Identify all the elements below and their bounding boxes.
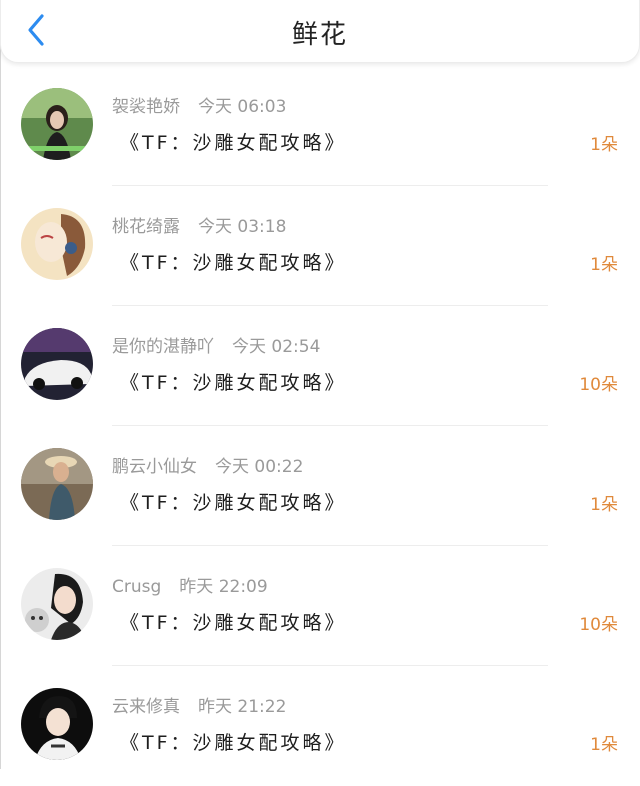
send-time: 昨天 21:22 bbox=[198, 697, 287, 717]
send-time: 今天 06:03 bbox=[198, 97, 287, 117]
sender-name: Crusg bbox=[112, 577, 162, 597]
avatar[interactable] bbox=[21, 88, 93, 160]
avatar[interactable] bbox=[21, 688, 93, 760]
list-item[interactable]: 桃花绮露 今天 03:18 《TF：沙雕女配攻略》 1朵 bbox=[0, 186, 640, 306]
avatar[interactable] bbox=[21, 568, 93, 640]
book-title: 《TF：沙雕女配攻略》 bbox=[120, 492, 347, 514]
flower-count: 1朵 bbox=[590, 495, 618, 515]
flower-count: 1朵 bbox=[590, 135, 618, 155]
flower-count: 1朵 bbox=[590, 735, 618, 755]
sender-meta: 桃花绮露 今天 03:18 bbox=[112, 212, 286, 237]
sender-meta: Crusg 昨天 22:09 bbox=[112, 572, 268, 597]
avatar[interactable] bbox=[21, 208, 93, 280]
sender-meta: 是你的湛静吖 今天 02:54 bbox=[112, 332, 320, 357]
sender-name: 桃花绮露 bbox=[112, 217, 180, 237]
send-time: 今天 03:18 bbox=[198, 217, 287, 237]
nav-header: 鲜花 bbox=[0, 0, 640, 63]
list-item[interactable]: 云来修真 昨天 21:22 《TF：沙雕女配攻略》 1朵 bbox=[0, 666, 640, 786]
book-title: 《TF：沙雕女配攻略》 bbox=[120, 732, 347, 754]
sender-name: 是你的湛静吖 bbox=[112, 337, 214, 357]
send-time: 今天 02:54 bbox=[232, 337, 321, 357]
flower-count: 10朵 bbox=[579, 375, 618, 395]
flower-count: 1朵 bbox=[590, 255, 618, 275]
sender-name: 云来修真 bbox=[112, 697, 180, 717]
sender-meta: 鹏云小仙女 今天 00:22 bbox=[112, 452, 303, 477]
list-item[interactable]: 鹏云小仙女 今天 00:22 《TF：沙雕女配攻略》 1朵 bbox=[0, 426, 640, 546]
sender-name: 鹏云小仙女 bbox=[112, 457, 197, 477]
send-time: 今天 00:22 bbox=[215, 457, 304, 477]
list-item[interactable]: 袈裟艳娇 今天 06:03 《TF：沙雕女配攻略》 1朵 bbox=[0, 66, 640, 186]
sender-name: 袈裟艳娇 bbox=[112, 97, 180, 117]
book-title: 《TF：沙雕女配攻略》 bbox=[120, 372, 347, 394]
book-title: 《TF：沙雕女配攻略》 bbox=[120, 132, 347, 154]
send-time: 昨天 22:09 bbox=[179, 577, 268, 597]
list-item[interactable]: Crusg 昨天 22:09 《TF：沙雕女配攻略》 10朵 bbox=[0, 546, 640, 666]
book-title: 《TF：沙雕女配攻略》 bbox=[120, 612, 347, 634]
avatar[interactable] bbox=[21, 448, 93, 520]
sender-meta: 袈裟艳娇 今天 06:03 bbox=[112, 92, 286, 117]
avatar[interactable] bbox=[21, 328, 93, 400]
page-title: 鲜花 bbox=[291, 20, 348, 50]
list-item[interactable]: 是你的湛静吖 今天 02:54 《TF：沙雕女配攻略》 10朵 bbox=[0, 306, 640, 426]
sender-meta: 云来修真 昨天 21:22 bbox=[112, 692, 286, 717]
book-title: 《TF：沙雕女配攻略》 bbox=[120, 252, 347, 274]
flower-count: 10朵 bbox=[579, 615, 618, 635]
